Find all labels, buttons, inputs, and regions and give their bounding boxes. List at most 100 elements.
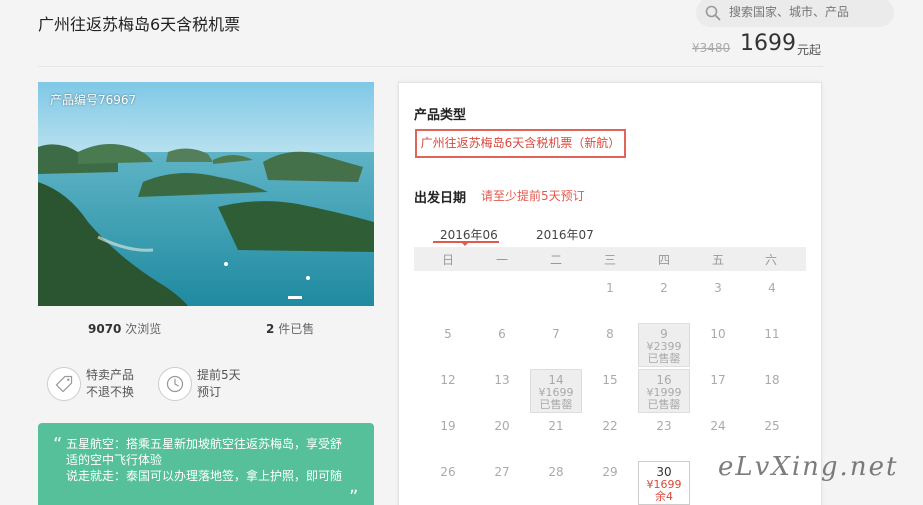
day-number: 15 <box>602 373 618 387</box>
sold-stat: 2 件已售 <box>266 320 314 337</box>
calendar-day[interactable]: 7 <box>530 325 582 369</box>
weekday-label: 四 <box>657 253 670 267</box>
day-number: 17 <box>710 373 726 387</box>
day-number: 26 <box>440 465 456 479</box>
calendar-day[interactable]: 2 <box>638 279 690 323</box>
day-number: 23 <box>656 419 672 433</box>
calendar-day[interactable]: 29 <box>584 463 636 505</box>
tag-icon <box>47 367 81 401</box>
day-number: 30 <box>656 465 672 479</box>
day-number: 5 <box>444 327 452 341</box>
page-title: 广州往返苏梅岛6天含税机票 <box>38 15 241 34</box>
quote-open-icon: “ <box>53 434 63 455</box>
weekday-label: 六 <box>764 253 777 267</box>
day-number: 29 <box>602 465 618 479</box>
day-number: 25 <box>764 419 780 433</box>
current-price: 1699 <box>740 31 796 56</box>
day-number: 20 <box>494 419 510 433</box>
calendar-day[interactable]: 10 <box>692 325 744 369</box>
calendar-day[interactable]: 12 <box>422 371 474 415</box>
calendar-day[interactable]: 22 <box>584 417 636 461</box>
product-type-option[interactable]: 广州往返苏梅岛6天含税机票（新航） <box>415 129 626 158</box>
departure-date-label: 出发日期 <box>414 191 467 206</box>
weekday-label: 二 <box>549 253 562 267</box>
day-number: 7 <box>552 327 560 341</box>
product-photo <box>38 82 374 306</box>
calendar-day[interactable]: 17 <box>692 371 744 415</box>
calendar-day[interactable]: 26 <box>422 463 474 505</box>
day-number: 1 <box>606 281 614 295</box>
calendar-day[interactable]: 28 <box>530 463 582 505</box>
day-number: 16 <box>656 373 672 387</box>
day-number: 6 <box>498 327 506 341</box>
day-number: 21 <box>548 419 564 433</box>
day-number: 13 <box>494 373 510 387</box>
day-number: 18 <box>764 373 780 387</box>
tag-special-line2: 不退不换 <box>86 385 135 399</box>
calendar-day[interactable]: 18 <box>746 371 798 415</box>
calendar-day[interactable]: 30 ¥1699 余4 <box>638 461 690 505</box>
product-id: 产品编号76967 <box>50 93 137 107</box>
day-status: 已售罄 <box>647 398 681 411</box>
calendar-day[interactable]: 9 ¥2399 已售罄 <box>638 323 690 367</box>
calendar-day[interactable]: 15 <box>584 371 636 415</box>
watermark: eLvXing.net <box>718 452 899 482</box>
calendar-day[interactable]: 27 <box>476 463 528 505</box>
weekday-label: 五 <box>711 253 724 267</box>
day-number: 28 <box>548 465 564 479</box>
calendar-day[interactable]: 13 <box>476 371 528 415</box>
calendar-day[interactable]: 6 <box>476 325 528 369</box>
search-icon[interactable] <box>705 5 721 21</box>
day-number: 24 <box>710 419 726 433</box>
sold-count: 2 <box>266 322 275 336</box>
calendar-day[interactable]: 4 <box>746 279 798 323</box>
day-status: 已售罄 <box>647 352 681 365</box>
day-number: 2 <box>660 281 668 295</box>
calendar-day[interactable]: 16 ¥1999 已售罄 <box>638 369 690 413</box>
calendar-day[interactable]: 14 ¥1699 已售罄 <box>530 369 582 413</box>
day-status: 已售罄 <box>539 398 573 411</box>
calendar-day[interactable]: 5 <box>422 325 474 369</box>
day-number: 27 <box>494 465 510 479</box>
day-number: 19 <box>440 419 456 433</box>
day-number: 8 <box>606 327 614 341</box>
tag-special: 特卖产品 不退不换 <box>86 367 134 401</box>
promo-text: 五星航空：搭乘五星新加坡航空往返苏梅岛，享受舒适的空中飞行体验 说走就走：泰国可… <box>66 436 351 484</box>
tab-month-july[interactable]: 2016年07 <box>536 226 594 243</box>
calendar-day[interactable]: 8 <box>584 325 636 369</box>
promo-line-1: 五星航空：搭乘五星新加坡航空往返苏梅岛，享受舒适的空中飞行体验 <box>66 437 343 467</box>
calendar-day[interactable]: 20 <box>476 417 528 461</box>
day-number: 14 <box>548 373 564 387</box>
calendar-day[interactable]: 11 <box>746 325 798 369</box>
caret-down-icon <box>462 243 468 246</box>
day-number: 22 <box>602 419 618 433</box>
tag-special-line1: 特卖产品 <box>86 368 135 382</box>
price-unit: 元起 <box>797 43 822 57</box>
day-number: 12 <box>440 373 456 387</box>
sold-label: 件已售 <box>278 322 315 336</box>
day-number: 4 <box>768 281 776 295</box>
weekday-label: 日 <box>441 253 454 267</box>
weekday-label: 三 <box>603 253 616 267</box>
original-price: ¥3480 <box>692 41 731 55</box>
day-number: 11 <box>764 327 780 341</box>
header-divider <box>38 66 823 67</box>
calendar-day[interactable]: 19 <box>422 417 474 461</box>
calendar-day[interactable]: 1 <box>584 279 636 323</box>
day-number: 3 <box>714 281 722 295</box>
tag-advance-line1: 提前5天 <box>197 368 241 382</box>
product-type-label: 产品类型 <box>414 108 467 123</box>
clock-icon <box>158 367 192 401</box>
day-status: 余4 <box>655 490 673 503</box>
tag-advance: 提前5天 预订 <box>197 367 241 401</box>
quote-close-icon: „ <box>349 476 359 497</box>
search-input[interactable] <box>729 4 889 20</box>
calendar-day[interactable]: 21 <box>530 417 582 461</box>
calendar-day[interactable]: 3 <box>692 279 744 323</box>
promo-line-2: 说走就走：泰国可以办理落地签，拿上护照，即可随 <box>66 469 343 483</box>
calendar-day[interactable]: 23 <box>638 417 690 461</box>
day-number: 9 <box>660 327 668 341</box>
views-count: 9070 <box>88 322 122 336</box>
day-number: 10 <box>710 327 726 341</box>
views-stat: 9070 次浏览 <box>88 320 161 337</box>
